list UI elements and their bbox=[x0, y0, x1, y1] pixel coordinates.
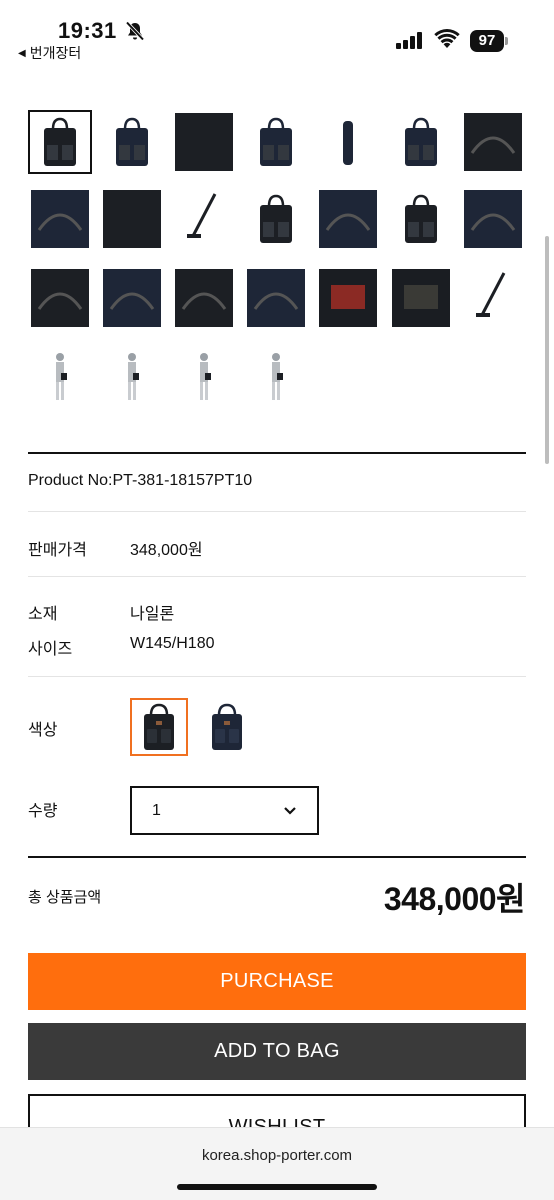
thumbnail-interior-open[interactable] bbox=[172, 266, 236, 330]
thumbnail-model-side[interactable] bbox=[28, 344, 92, 408]
back-app-label: 번개장터 bbox=[29, 45, 82, 61]
wifi-icon bbox=[434, 29, 460, 48]
thumbnail-image bbox=[31, 190, 89, 248]
color-label: 색상 bbox=[28, 722, 58, 739]
thumbnail-image bbox=[116, 117, 148, 166]
quantity-select[interactable]: 1 bbox=[130, 786, 319, 835]
row-divider bbox=[28, 676, 526, 677]
thumbnail-bag-rear-plain[interactable] bbox=[389, 110, 453, 174]
thumbnail-image bbox=[56, 353, 67, 400]
thumbnail-bag-front-alt[interactable] bbox=[100, 110, 164, 174]
size-value: W145/H180 bbox=[130, 635, 215, 652]
thumbnail-zipper-detail[interactable] bbox=[461, 187, 525, 251]
row-divider bbox=[28, 576, 526, 577]
thumbnail-image bbox=[260, 117, 292, 166]
thumbnail-interior-mesh[interactable] bbox=[244, 266, 308, 330]
bag-navy-swatch bbox=[212, 703, 242, 750]
add-to-bag-button[interactable]: ADD TO BAG bbox=[28, 1023, 526, 1080]
thumbnail-image bbox=[103, 269, 161, 327]
thumbnail-bag-front[interactable] bbox=[28, 110, 92, 174]
price-label: 판매가격 bbox=[28, 542, 87, 559]
thumbnail-model-front[interactable] bbox=[100, 344, 164, 408]
thumbnail-strap[interactable] bbox=[172, 187, 236, 251]
thumbnail-bag-with-strap[interactable] bbox=[244, 187, 308, 251]
thumbnail-image bbox=[392, 269, 450, 327]
status-time: 19:31 bbox=[58, 18, 117, 43]
thumbnail-image bbox=[464, 113, 522, 171]
thumbnail-image bbox=[319, 269, 377, 327]
cellular-signal-icon bbox=[396, 31, 422, 49]
thumbnail-image bbox=[31, 269, 89, 327]
price-value: 348,000원 bbox=[130, 542, 203, 559]
row-divider bbox=[28, 511, 526, 512]
bag-black-swatch bbox=[144, 703, 174, 750]
thumbnail-image bbox=[128, 353, 139, 400]
thumbnail-bag-side[interactable] bbox=[316, 110, 380, 174]
thumbnail-image bbox=[476, 272, 506, 317]
thumbnail-image bbox=[200, 353, 211, 400]
color-option-navy[interactable] bbox=[198, 698, 256, 756]
material-value: 나일론 bbox=[130, 606, 175, 623]
thumbnail-image bbox=[260, 194, 292, 243]
thumbnail-image bbox=[464, 190, 522, 248]
scrollbar-thumb[interactable] bbox=[545, 236, 549, 464]
battery-icon: 97 bbox=[470, 30, 508, 52]
thumbnail-image bbox=[343, 121, 353, 165]
thumbnail-strap-clip[interactable] bbox=[316, 187, 380, 251]
browser-address-bar[interactable]: korea.shop-porter.com bbox=[0, 1127, 554, 1200]
total-label: 총 상품금액 bbox=[28, 889, 102, 906]
thumbnail-image bbox=[103, 190, 161, 248]
chevron-down-icon bbox=[284, 806, 296, 815]
size-label: 사이즈 bbox=[28, 641, 73, 658]
battery-level: 97 bbox=[470, 30, 504, 52]
thumbnail-image bbox=[247, 269, 305, 327]
thumbnail-image bbox=[175, 113, 233, 171]
url-text: korea.shop-porter.com bbox=[201, 1147, 353, 1164]
quantity-label: 수량 bbox=[28, 803, 58, 820]
back-to-app-link[interactable]: ◀ 번개장터 bbox=[18, 43, 81, 63]
thumbnail-bag-bottom[interactable] bbox=[461, 110, 525, 174]
total-value: 348,000원 bbox=[383, 881, 526, 917]
material-label: 소재 bbox=[28, 606, 58, 623]
thumbnail-label-red[interactable] bbox=[316, 266, 380, 330]
thumbnail-model-angle[interactable] bbox=[172, 344, 236, 408]
total-divider bbox=[28, 856, 526, 858]
thumbnail-fabric-navy[interactable] bbox=[100, 187, 164, 251]
home-indicator[interactable] bbox=[177, 1184, 377, 1190]
color-option-black[interactable] bbox=[130, 698, 188, 756]
thumbnail-fabric-closeup[interactable] bbox=[172, 110, 236, 174]
thumbnail-pocket-detail[interactable] bbox=[28, 266, 92, 330]
thumbnail-bag-back[interactable] bbox=[244, 110, 308, 174]
product-number: Product No:PT-381-18157PT10 bbox=[28, 472, 253, 489]
thumbnail-model-back[interactable] bbox=[244, 344, 308, 408]
purchase-button[interactable]: PURCHASE bbox=[28, 953, 526, 1010]
thumbnail-image bbox=[272, 353, 283, 400]
thumbnail-image bbox=[319, 190, 377, 248]
thumbnail-bag-handle-detail[interactable] bbox=[389, 187, 453, 251]
thumbnail-image bbox=[405, 117, 437, 166]
thumbnail-image bbox=[187, 193, 217, 238]
thumbnail-interior-pocket[interactable] bbox=[100, 266, 164, 330]
status-bar: 19:31 ◀ 번개장터 97 bbox=[0, 0, 554, 70]
back-arrow-icon: ◀ bbox=[18, 47, 26, 59]
info-top-divider bbox=[28, 452, 526, 454]
thumbnail-image bbox=[405, 194, 437, 243]
thumbnail-strap-full[interactable] bbox=[461, 266, 525, 330]
quantity-value: 1 bbox=[152, 801, 161, 819]
thumbnail-bag-open-top[interactable] bbox=[28, 187, 92, 251]
thumbnail-image bbox=[175, 269, 233, 327]
bell-muted-icon bbox=[125, 21, 145, 41]
thumbnail-label-porter[interactable] bbox=[389, 266, 453, 330]
thumbnail-image bbox=[44, 117, 76, 166]
